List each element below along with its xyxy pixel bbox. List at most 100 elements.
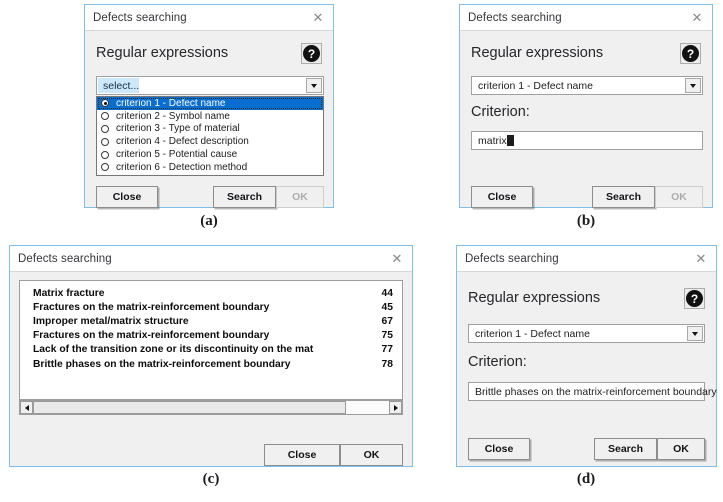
search-button[interactable]: Search xyxy=(592,186,655,208)
figure-caption-b: (b) xyxy=(576,213,596,229)
result-name: Improper metal/matrix structure xyxy=(33,315,189,327)
list-item-label: criterion 4 - Defect description xyxy=(116,136,249,148)
search-button[interactable]: Search xyxy=(594,438,657,460)
titlebar: Defects searching ✕ xyxy=(460,5,712,31)
scrollbar-track[interactable] xyxy=(33,401,389,414)
table-row[interactable]: Fractures on the matrix-reinforcement bo… xyxy=(20,300,402,314)
list-item[interactable]: criterion 1 - Defect name xyxy=(97,97,323,110)
ok-button[interactable]: OK xyxy=(340,444,403,466)
titlebar: Defects searching ✕ xyxy=(457,246,716,272)
dialog-body: Regular expressions ? criterion 1 - Defe… xyxy=(457,272,717,467)
criterion-input[interactable]: Brittle phases on the matrix-reinforceme… xyxy=(468,382,717,401)
help-question-icon: ? xyxy=(686,290,703,307)
criterion-combobox[interactable]: select... xyxy=(96,76,324,95)
result-id: 44 xyxy=(381,287,393,299)
text-caret xyxy=(506,135,514,146)
titlebar: Defects searching ✕ xyxy=(85,5,333,31)
figure-caption-c: (c) xyxy=(202,471,220,487)
help-question-icon: ? xyxy=(682,45,699,62)
ok-button: OK xyxy=(276,186,324,208)
close-icon[interactable]: ✕ xyxy=(388,250,406,268)
window-title: Defects searching xyxy=(18,252,112,265)
close-button[interactable]: Close xyxy=(96,186,158,208)
ok-button: OK xyxy=(655,186,703,208)
close-icon[interactable]: ✕ xyxy=(688,9,706,27)
list-item[interactable]: criterion 3 - Type of material xyxy=(97,123,323,136)
radio-icon xyxy=(101,99,109,108)
list-item-label: criterion 1 - Defect name xyxy=(116,97,226,109)
table-row[interactable]: Fractures on the matrix-reinforcement bo… xyxy=(20,329,402,343)
results-listbox[interactable]: Matrix fracture 44 Fractures on the matr… xyxy=(19,280,403,400)
radio-icon xyxy=(101,150,109,159)
table-row[interactable]: Brittle phases on the matrix-reinforceme… xyxy=(20,357,402,371)
criterion-input[interactable]: matrix xyxy=(471,131,703,150)
result-name: Matrix fracture xyxy=(33,287,105,299)
help-button[interactable]: ? xyxy=(301,43,322,64)
criterion-label: Criterion: xyxy=(468,354,527,370)
dialog-panel-d: Defects searching ✕ Regular expressions … xyxy=(456,245,717,467)
section-heading: Regular expressions xyxy=(468,290,601,306)
list-item-label: criterion 6 - Detection method xyxy=(116,161,248,173)
figure-caption-a: (a) xyxy=(200,213,218,229)
dialog-panel-c: Defects searching ✕ Matrix fracture 44 F… xyxy=(9,245,413,467)
list-item[interactable]: criterion 4 - Defect description xyxy=(97,135,323,148)
radio-icon xyxy=(101,137,109,146)
window-title: Defects searching xyxy=(93,11,187,24)
result-id: 77 xyxy=(381,344,393,356)
ok-button[interactable]: OK xyxy=(657,438,705,460)
help-button[interactable]: ? xyxy=(684,288,705,309)
table-row[interactable]: Lack of the transition zone or its disco… xyxy=(20,343,402,357)
window-title: Defects searching xyxy=(465,252,559,265)
chevron-down-icon[interactable] xyxy=(687,326,703,341)
criterion-label: Criterion: xyxy=(471,104,530,120)
horizontal-scrollbar[interactable] xyxy=(19,400,403,415)
search-button[interactable]: Search xyxy=(213,186,276,208)
radio-icon xyxy=(101,124,109,133)
result-id: 75 xyxy=(381,330,393,342)
titlebar: Defects searching ✕ xyxy=(10,246,412,272)
dialog-panel-a: Defects searching ✕ Regular expressions … xyxy=(84,4,334,208)
section-heading: Regular expressions xyxy=(471,45,604,61)
criterion-combobox[interactable]: criterion 1 - Defect name xyxy=(468,324,705,343)
dialog-panel-b: Defects searching ✕ Regular expressions … xyxy=(459,4,713,208)
list-item[interactable]: criterion 2 - Symbol name xyxy=(97,110,323,123)
close-button[interactable]: Close xyxy=(471,186,533,208)
help-button[interactable]: ? xyxy=(680,43,701,64)
result-id: 78 xyxy=(381,358,393,370)
close-icon[interactable]: ✕ xyxy=(309,9,327,27)
result-name: Lack of the transition zone or its disco… xyxy=(33,344,314,356)
close-button[interactable]: Close xyxy=(264,444,340,466)
chevron-down-icon[interactable] xyxy=(685,78,701,93)
scroll-left-arrow-icon[interactable] xyxy=(20,401,33,414)
combobox-value: criterion 1 - Defect name xyxy=(475,327,590,340)
criterion-input-value: Brittle phases on the matrix-reinforceme… xyxy=(475,385,717,398)
figure-caption-d: (d) xyxy=(576,471,596,487)
close-button[interactable]: Close xyxy=(468,438,530,460)
window-title: Defects searching xyxy=(468,11,562,24)
list-item[interactable]: criterion 5 - Potential cause xyxy=(97,148,323,161)
result-name: Brittle phases on the matrix-reinforceme… xyxy=(33,358,291,370)
chevron-down-icon[interactable] xyxy=(306,78,322,93)
list-item[interactable]: criterion 6 - Detection method xyxy=(97,161,323,174)
list-item-label: criterion 2 - Symbol name xyxy=(116,110,230,122)
result-id: 45 xyxy=(381,301,393,313)
list-item-label: criterion 3 - Type of material xyxy=(116,123,240,135)
criterion-listbox[interactable]: criterion 1 - Defect name criterion 2 - … xyxy=(96,96,324,176)
list-item-label: criterion 5 - Potential cause xyxy=(116,149,238,161)
table-row[interactable]: Improper metal/matrix structure 67 xyxy=(20,314,402,328)
combobox-value: criterion 1 - Defect name xyxy=(478,79,593,92)
radio-icon xyxy=(101,112,109,121)
dialog-body: Regular expressions ? select... criterio… xyxy=(85,31,333,208)
close-icon[interactable]: ✕ xyxy=(692,250,710,268)
result-name: Fractures on the matrix-reinforcement bo… xyxy=(33,330,270,342)
scrollbar-thumb[interactable] xyxy=(33,401,347,414)
scroll-right-arrow-icon[interactable] xyxy=(389,401,402,414)
criterion-combobox[interactable]: criterion 1 - Defect name xyxy=(471,76,703,95)
table-row[interactable]: Matrix fracture 44 xyxy=(20,286,402,300)
section-heading: Regular expressions xyxy=(96,45,229,61)
dialog-body: Matrix fracture 44 Fractures on the matr… xyxy=(10,272,412,467)
radio-icon xyxy=(101,163,109,172)
result-id: 67 xyxy=(381,315,393,327)
help-question-icon: ? xyxy=(303,45,320,62)
result-name: Fractures on the matrix-reinforcement bo… xyxy=(33,301,270,313)
